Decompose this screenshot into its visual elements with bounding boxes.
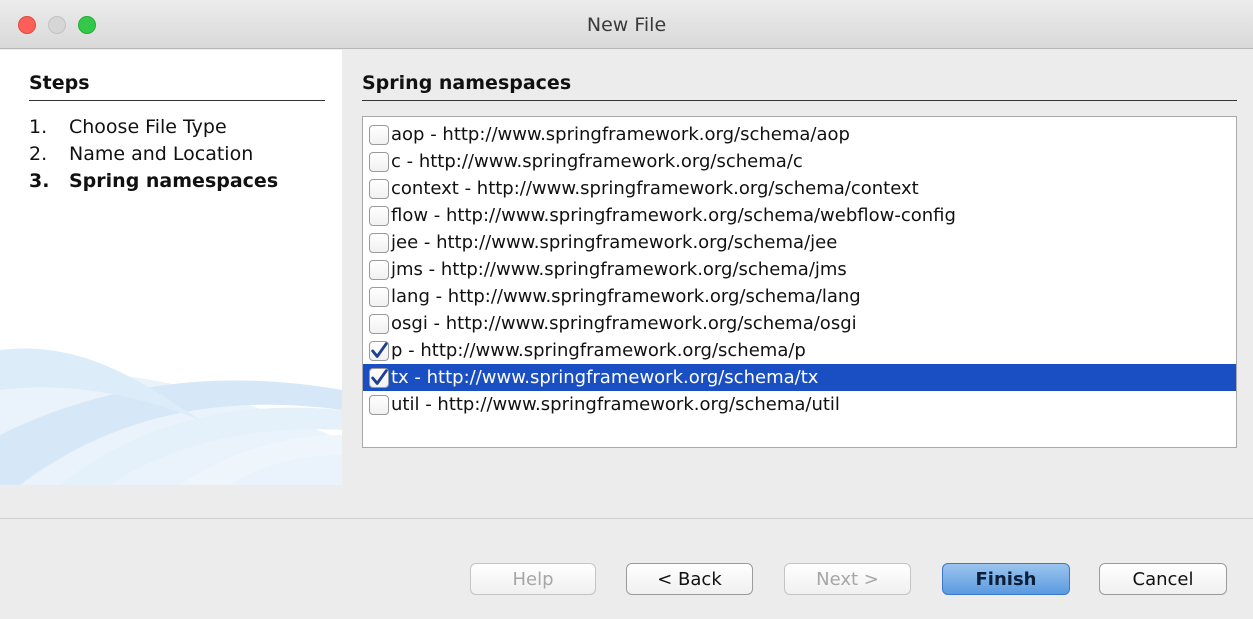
namespace-item[interactable]: jee - http://www.springframework.org/sch… — [363, 229, 1236, 256]
step-item: 2. Name and Location — [29, 143, 329, 170]
namespace-label: tx - http://www.springframework.org/sche… — [391, 367, 819, 388]
steps-list: 1. Choose File Type 2. Name and Location… — [29, 116, 329, 197]
help-button[interactable]: Help — [470, 563, 596, 595]
cancel-button[interactable]: Cancel — [1099, 563, 1227, 595]
step-item: 1. Choose File Type — [29, 116, 329, 143]
namespace-item[interactable]: c - http://www.springframework.org/schem… — [363, 148, 1236, 175]
checkbox[interactable] — [369, 394, 389, 415]
namespace-item[interactable]: jms - http://www.springframework.org/sch… — [363, 256, 1236, 283]
next-button[interactable]: Next > — [784, 563, 911, 595]
step-number: 2. — [29, 143, 48, 165]
step-number: 1. — [29, 116, 48, 138]
window-title: New File — [586, 14, 667, 36]
checkbox[interactable] — [369, 232, 389, 253]
namespace-item[interactable]: flow - http://www.springframework.org/sc… — [363, 202, 1236, 229]
new-file-dialog: New File Steps 1. Choose File Type 2. Na… — [0, 0, 1253, 619]
step-item-current: 3. Spring namespaces — [29, 170, 329, 197]
checkbox[interactable] — [369, 178, 389, 199]
back-button[interactable]: < Back — [626, 563, 753, 595]
checkmark-icon — [371, 341, 388, 358]
namespace-label: p - http://www.springframework.org/schem… — [391, 340, 806, 361]
checkbox[interactable] — [369, 151, 389, 172]
checkmark-icon — [371, 368, 388, 385]
namespace-item[interactable]: osgi - http://www.springframework.org/sc… — [363, 310, 1236, 337]
title-bar: New File — [0, 0, 1253, 49]
decorative-swoosh-graphic — [0, 348, 342, 485]
namespace-item[interactable]: lang - http://www.springframework.org/sc… — [363, 283, 1236, 310]
step-label: Choose File Type — [69, 116, 227, 138]
checkbox[interactable] — [369, 124, 389, 145]
steps-panel: Steps 1. Choose File Type 2. Name and Lo… — [0, 50, 342, 485]
namespace-label: osgi - http://www.springframework.org/sc… — [391, 313, 857, 334]
namespace-item[interactable]: aop - http://www.springframework.org/sch… — [363, 121, 1236, 148]
namespace-label: jee - http://www.springframework.org/sch… — [391, 232, 838, 253]
namespace-item[interactable]: util - http://www.springframework.org/sc… — [363, 391, 1236, 418]
namespace-label: aop - http://www.springframework.org/sch… — [391, 124, 850, 145]
finish-button[interactable]: Finish — [942, 563, 1070, 595]
checkbox[interactable] — [369, 286, 389, 307]
namespace-label: lang - http://www.springframework.org/sc… — [391, 286, 861, 307]
checkbox-checked[interactable] — [369, 340, 389, 361]
checkbox[interactable] — [369, 313, 389, 334]
namespace-label: jms - http://www.springframework.org/sch… — [391, 259, 847, 280]
namespace-label: context - http://www.springframework.org… — [391, 178, 919, 199]
steps-header: Steps — [29, 72, 325, 101]
checkbox[interactable] — [369, 205, 389, 226]
namespace-item[interactable]: tx - http://www.springframework.org/sche… — [363, 364, 1236, 391]
divider — [0, 518, 1253, 519]
namespace-label: util - http://www.springframework.org/sc… — [391, 394, 840, 415]
step-label: Spring namespaces — [69, 170, 279, 192]
checkbox[interactable] — [369, 259, 389, 280]
namespace-item[interactable]: p - http://www.springframework.org/schem… — [363, 337, 1236, 364]
namespace-label: c - http://www.springframework.org/schem… — [391, 151, 803, 172]
namespace-label: flow - http://www.springframework.org/sc… — [391, 205, 956, 226]
step-label: Name and Location — [69, 143, 254, 165]
checkbox-checked[interactable] — [369, 367, 389, 388]
step-number: 3. — [29, 170, 50, 192]
content-header: Spring namespaces — [362, 72, 1237, 101]
namespace-list[interactable]: aop - http://www.springframework.org/sch… — [362, 116, 1237, 448]
namespace-item[interactable]: context - http://www.springframework.org… — [363, 175, 1236, 202]
